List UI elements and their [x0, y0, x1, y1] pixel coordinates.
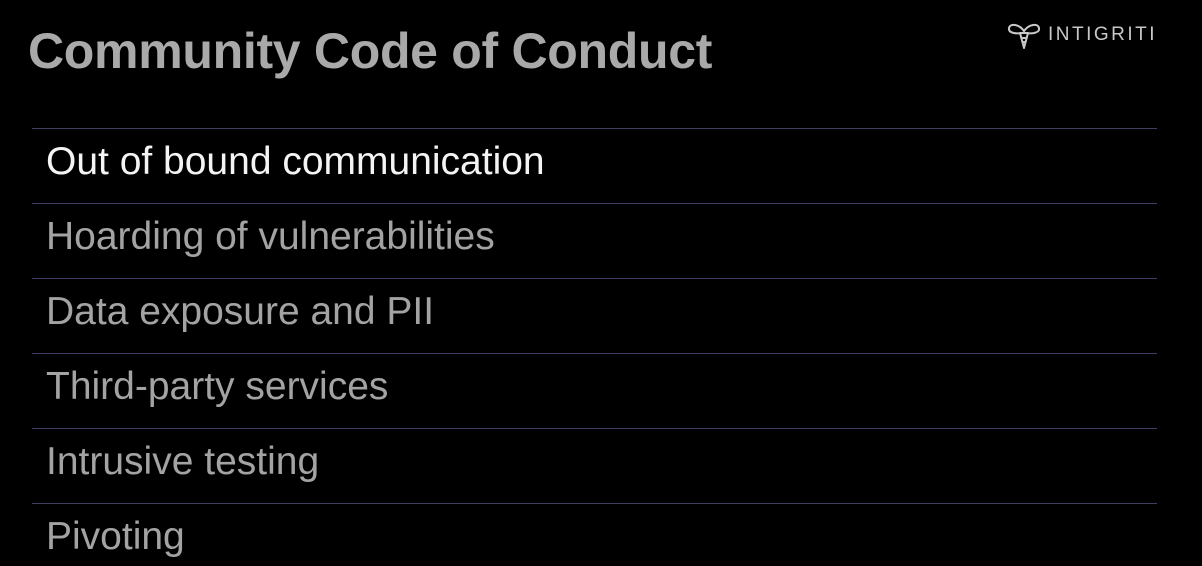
slide-title: Community Code of Conduct [28, 23, 713, 79]
list-item-label: Intrusive testing [46, 440, 320, 483]
list-item-label: Pivoting [46, 515, 185, 558]
list-item-label: Third-party services [46, 365, 389, 408]
logo-text: INTIGRITI [1048, 24, 1158, 45]
list-item: Third-party services [32, 353, 1157, 428]
conduct-list: Out of bound communication Hoarding of v… [32, 128, 1157, 566]
intigriti-logo: INTIGRITI [1006, 20, 1157, 50]
list-item: Out of bound communication [32, 128, 1157, 203]
slide: Community Code of Conduct INTIGRITI Out … [0, 0, 1202, 566]
list-item: Data exposure and PII [32, 278, 1157, 353]
list-item-label: Data exposure and PII [46, 290, 435, 333]
list-item: Hoarding of vulnerabilities [32, 203, 1157, 278]
list-item-label: Out of bound communication [46, 140, 545, 183]
list-item: Pivoting [32, 503, 1157, 566]
bee-icon [1006, 20, 1042, 50]
list-item: Intrusive testing [32, 428, 1157, 503]
list-item-label: Hoarding of vulnerabilities [46, 215, 495, 258]
